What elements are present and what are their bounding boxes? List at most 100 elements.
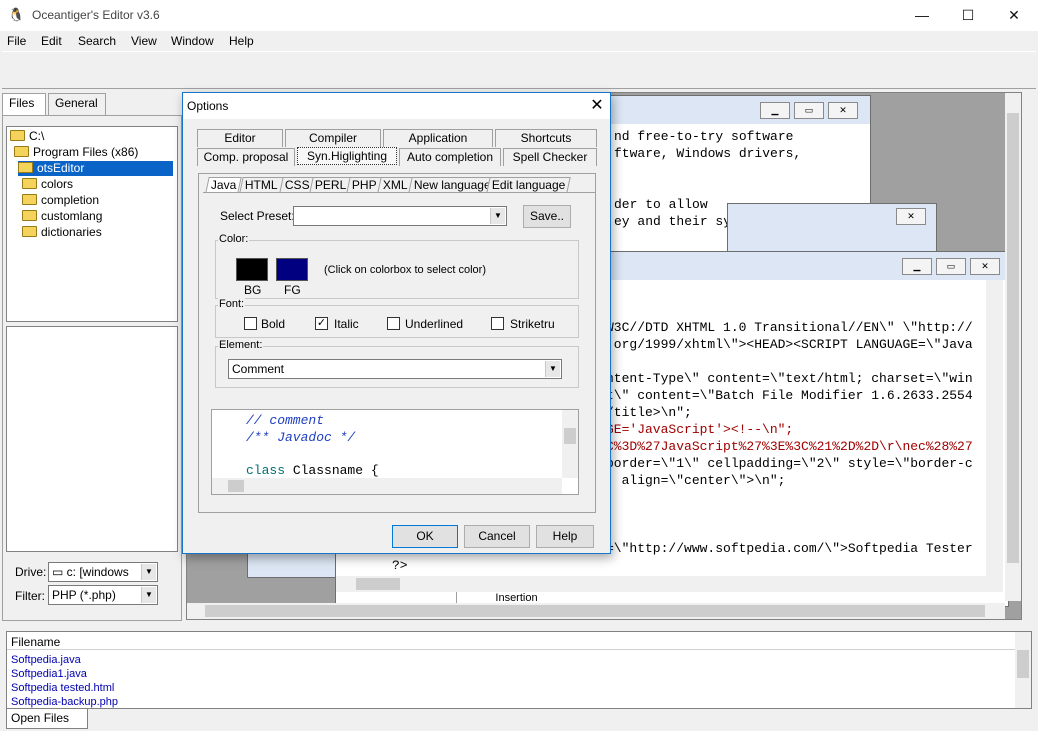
tab-editor[interactable]: Editor bbox=[197, 129, 283, 147]
toolbar bbox=[2, 51, 1036, 89]
dialog-title-bar[interactable] bbox=[183, 93, 610, 119]
preview-comment: // comment bbox=[246, 413, 325, 428]
list-item[interactable]: Softpedia1.java bbox=[11, 668, 87, 680]
menu-file[interactable]: File bbox=[7, 34, 26, 48]
chevron-down-icon[interactable]: ▼ bbox=[490, 208, 505, 224]
chevron-down-icon[interactable]: ▼ bbox=[141, 564, 156, 580]
filename-column-header[interactable]: Filename bbox=[7, 632, 1015, 650]
tab-general[interactable]: General bbox=[48, 93, 106, 115]
preset-label: Select Preset: bbox=[220, 209, 295, 223]
code-line: ' align=\"center\">\n"; bbox=[606, 473, 786, 488]
folder-tree[interactable]: C:\ Program Files (x86) otsEditor colors… bbox=[6, 126, 178, 322]
tree-item-dictionaries[interactable]: dictionaries bbox=[22, 225, 102, 240]
syntax-preview[interactable]: // comment /** Javadoc */ class Classnam… bbox=[211, 409, 579, 495]
scrollbar-thumb[interactable] bbox=[1017, 650, 1029, 678]
element-select[interactable]: Comment ▼ bbox=[228, 359, 562, 379]
underlined-label: Underlined bbox=[405, 317, 464, 331]
help-button[interactable]: Help bbox=[536, 525, 594, 548]
filter-select[interactable]: PHP (*.php) ▼ bbox=[48, 585, 158, 605]
file-list-pane[interactable] bbox=[6, 326, 178, 552]
subtab-html[interactable]: HTML bbox=[239, 177, 284, 193]
subtab-new-language[interactable]: New language bbox=[408, 177, 497, 193]
tree-item-completion[interactable]: completion bbox=[22, 193, 99, 208]
tree-item-colors[interactable]: colors bbox=[22, 177, 73, 192]
child-minimize-button[interactable]: ▁ bbox=[902, 258, 932, 275]
maximize-button[interactable]: ☐ bbox=[945, 0, 991, 31]
fg-color-box[interactable] bbox=[276, 258, 308, 281]
ok-button[interactable]: OK bbox=[392, 525, 458, 548]
bg-color-box[interactable] bbox=[236, 258, 268, 281]
dialog-close-button[interactable]: ✕ bbox=[583, 93, 611, 119]
list-item[interactable]: Softpedia-backup.php bbox=[11, 696, 118, 708]
list-item[interactable]: Softpedia tested.html bbox=[11, 682, 114, 694]
menu-search[interactable]: Search bbox=[78, 34, 116, 48]
preset-select[interactable]: ▼ bbox=[293, 206, 507, 226]
menu-bar: File Edit Search View Window Help bbox=[0, 31, 1038, 51]
tree-item-c-drive[interactable]: C:\ bbox=[10, 129, 44, 144]
options-dialog[interactable]: Options ✕ Editor Compiler Application Sh… bbox=[182, 92, 611, 554]
menu-view[interactable]: View bbox=[131, 34, 157, 48]
child-maximize-button[interactable]: ▭ bbox=[936, 258, 966, 275]
minimize-button[interactable]: — bbox=[899, 0, 945, 31]
scrollbar-thumb[interactable] bbox=[356, 578, 400, 590]
italic-checkbox[interactable]: ✓ bbox=[315, 317, 328, 330]
close-button[interactable]: ✕ bbox=[991, 0, 1037, 31]
cancel-button[interactable]: Cancel bbox=[464, 525, 530, 548]
open-files-list[interactable]: Filename Softpedia.java Softpedia1.java … bbox=[6, 631, 1032, 709]
code-line: .org/1999/xhtml\"><HEAD><SCRIPT LANGUAGE… bbox=[606, 337, 973, 352]
save-preset-button[interactable]: Save.. bbox=[523, 205, 571, 228]
menu-window[interactable]: Window bbox=[171, 34, 214, 48]
preview-vertical-scrollbar[interactable] bbox=[562, 410, 578, 478]
tree-item-customlang[interactable]: customlang bbox=[22, 209, 102, 224]
scrollbar-thumb[interactable] bbox=[205, 605, 985, 617]
child-close-button[interactable]: ✕ bbox=[828, 102, 858, 119]
scrollbar-thumb[interactable] bbox=[228, 480, 244, 492]
preview-horizontal-scrollbar[interactable] bbox=[212, 478, 562, 494]
list-item[interactable]: Softpedia.java bbox=[11, 654, 81, 666]
tab-shortcuts[interactable]: Shortcuts bbox=[495, 129, 597, 147]
code-line: border=\"1\" cellpadding=\"2\" style=\"b… bbox=[606, 456, 973, 471]
mdi-horizontal-scrollbar[interactable] bbox=[187, 603, 1005, 619]
app-logo-icon[interactable]: 🐧 bbox=[8, 7, 24, 23]
tree-item-program-files[interactable]: Program Files (x86) bbox=[14, 145, 138, 160]
tab-open-files[interactable]: Open Files bbox=[6, 709, 88, 729]
child-title-bar[interactable]: ▁ ▭ ✕ bbox=[608, 96, 870, 124]
bold-checkbox[interactable] bbox=[244, 317, 257, 330]
child-close-button[interactable]: ✕ bbox=[970, 258, 1000, 275]
scrollbar-thumb[interactable] bbox=[564, 428, 576, 444]
chevron-down-icon[interactable]: ▼ bbox=[141, 587, 156, 603]
scrollbar-thumb[interactable] bbox=[1007, 113, 1019, 563]
color-hint: (Click on colorbox to select color) bbox=[324, 264, 487, 276]
child-close-button[interactable]: ✕ bbox=[896, 208, 926, 225]
code-line: W3C//DTD XHTML 1.0 Transitional//EN\" \"… bbox=[606, 320, 973, 335]
tree-item-otseditor[interactable]: otsEditor bbox=[18, 161, 173, 176]
chevron-down-icon[interactable]: ▼ bbox=[545, 361, 560, 377]
subtab-edit-language[interactable]: Edit language bbox=[486, 177, 572, 193]
underlined-checkbox[interactable] bbox=[387, 317, 400, 330]
striketru-checkbox[interactable] bbox=[491, 317, 504, 330]
menu-edit[interactable]: Edit bbox=[41, 34, 62, 48]
dialog-title: Options bbox=[187, 99, 229, 113]
tab-application[interactable]: Application bbox=[383, 129, 493, 147]
child-minimize-button[interactable]: ▁ bbox=[760, 102, 790, 119]
menu-help[interactable]: Help bbox=[229, 34, 254, 48]
tab-spell-checker[interactable]: Spell Checker bbox=[503, 148, 597, 166]
code-line: nd free-to-try software bbox=[614, 129, 794, 144]
tab-syn-highlighting[interactable]: Syn.Higlighting bbox=[297, 147, 397, 165]
drive-select[interactable]: ▭ c: [windows ▼ bbox=[48, 562, 158, 582]
tab-compiler[interactable]: Compiler bbox=[285, 129, 381, 147]
folder-open-icon bbox=[18, 162, 33, 173]
drive-icon: ▭ bbox=[52, 565, 67, 579]
child-maximize-button[interactable]: ▭ bbox=[794, 102, 824, 119]
window-title: Oceantiger's Editor v3.6 bbox=[32, 8, 160, 22]
drive-label: Drive: bbox=[15, 565, 47, 579]
filelist-vertical-scrollbar[interactable] bbox=[1015, 632, 1031, 708]
vertical-scrollbar[interactable] bbox=[986, 280, 1003, 592]
folder-icon bbox=[22, 210, 37, 221]
tab-comp-proposal[interactable]: Comp. proposal bbox=[197, 148, 295, 166]
tab-auto-completion[interactable]: Auto completion bbox=[399, 148, 501, 166]
subtab-java[interactable]: Java bbox=[205, 177, 243, 193]
horizontal-scrollbar[interactable] bbox=[336, 576, 986, 592]
tab-files[interactable]: Files bbox=[2, 93, 46, 115]
mdi-vertical-scrollbar[interactable] bbox=[1005, 93, 1021, 601]
